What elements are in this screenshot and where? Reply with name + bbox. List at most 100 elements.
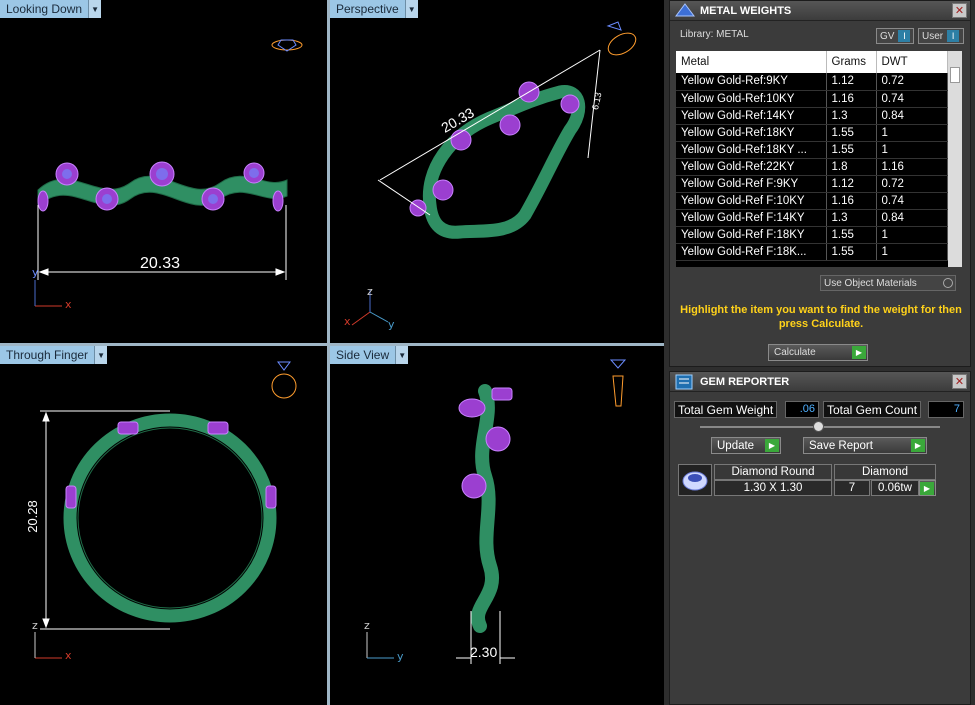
metal-name-cell: Yellow Gold-Ref:18KY ... (676, 141, 827, 159)
table-row[interactable]: Yellow Gold-Ref F:10KY 1.16 0.74 (676, 192, 948, 210)
metal-name-cell: Yellow Gold-Ref:9KY (676, 73, 827, 91)
metal-table[interactable]: Metal Grams DWT Yellow Gold-Ref:9KY 1.12 0… (676, 51, 948, 267)
table-row[interactable]: Yellow Gold-Ref F:18KY 1.55 1 (676, 226, 948, 244)
axis-label-x: x (344, 315, 351, 328)
panel-slider[interactable] (700, 421, 940, 432)
viewport-label-looking-down[interactable]: Looking Down ▼ (0, 0, 102, 18)
table-row[interactable]: Yellow Gold-Ref F:18K... 1.55 1 (676, 243, 948, 261)
column-header-metal[interactable]: Metal (676, 51, 827, 73)
metal-weights-header: METAL WEIGHTS ✕ (670, 1, 970, 21)
metal-name-cell: Yellow Gold-Ref:18KY (676, 124, 827, 142)
perspective-drawing (351, 21, 637, 326)
grams-cell: 1.12 (826, 175, 877, 193)
grams-cell: 1.3 (826, 107, 877, 125)
panel-title: METAL WEIGHTS (700, 4, 792, 17)
dwt-cell: 1.16 (876, 158, 948, 176)
user-toggle[interactable]: User I (918, 28, 964, 44)
gem-row[interactable]: Diamond Round 1.30 X 1.30 Diamond 7 0.06… (678, 464, 968, 498)
metal-name-cell: Yellow Gold-Ref F:10KY (676, 192, 827, 210)
ring-view-icon (606, 21, 637, 56)
chevron-down-icon[interactable]: ▼ (405, 0, 418, 18)
side-panels: METAL WEIGHTS ✕ Library: METAL GV I User I… (664, 0, 975, 705)
grams-cell: 1.3 (826, 209, 877, 227)
axis-label-y: y (32, 266, 39, 279)
metal-name-cell: Yellow Gold-Ref F:18KY (676, 226, 827, 244)
gem-reporter-header: GEM REPORTER ✕ (670, 372, 970, 392)
viewport-label-side-view[interactable]: Side View ▼ (330, 346, 409, 364)
dimension-label: 20.28 (24, 500, 40, 533)
dwt-cell: 0.74 (876, 90, 948, 108)
panel-title: GEM REPORTER (700, 375, 790, 388)
viewport-looking-down[interactable]: 20.33 y x Looking Down ▼ (0, 0, 327, 343)
gem-size-cell: 1.30 X 1.30 (714, 480, 832, 496)
dwt-cell: 0.84 (876, 107, 948, 125)
total-gem-count-value: 7 (928, 401, 964, 418)
table-row[interactable]: Yellow Gold-Ref F:9KY 1.12 0.72 (676, 175, 948, 193)
metal-name-cell: Yellow Gold-Ref:10KY (676, 90, 827, 108)
chevron-down-icon[interactable]: ▼ (89, 0, 102, 18)
slider-handle[interactable] (813, 421, 824, 432)
metal-name-cell: Yellow Gold-Ref:14KY (676, 107, 827, 125)
instruction-message: Highlight the item you want to find the … (680, 304, 962, 330)
axis-label-z: z (367, 285, 373, 298)
chevron-down-icon[interactable]: ▼ (396, 346, 409, 364)
metal-name-cell: Yellow Gold-Ref F:14KY (676, 209, 827, 227)
table-row[interactable]: Yellow Gold-Ref:18KY ... 1.55 1 (676, 141, 948, 159)
update-button[interactable]: Update ▶ (711, 437, 781, 454)
ring-view-icon (271, 361, 297, 399)
close-icon[interactable]: ✕ (952, 374, 967, 389)
table-row[interactable]: Yellow Gold-Ref:22KY 1.8 1.16 (676, 158, 948, 176)
dwt-cell: 0.72 (876, 175, 948, 193)
dwt-cell: 1 (876, 141, 948, 159)
axis-label-x: x (65, 298, 72, 311)
gem-detail-button[interactable]: ▶ (919, 480, 936, 496)
looking-down-drawing (34, 39, 303, 307)
play-arrow-icon: ▶ (852, 346, 866, 359)
ring-view-icon (609, 359, 627, 407)
grams-cell: 1.16 (826, 192, 877, 210)
grams-cell: 1.8 (826, 158, 877, 176)
viewport-label-through-finger[interactable]: Through Finger ▼ (0, 346, 108, 364)
axis-label-y: y (397, 650, 404, 663)
gem-shape-cell: Diamond Round (714, 464, 832, 480)
table-row[interactable]: Yellow Gold-Ref F:14KY 1.3 0.84 (676, 209, 948, 227)
grams-cell: 1.16 (826, 90, 877, 108)
axis-label-z: z (364, 619, 370, 632)
viewport-side-view[interactable]: 2.30 z y Side View ▼ (330, 346, 664, 705)
ring-view-icon (271, 39, 303, 52)
dwt-cell: 1 (876, 124, 948, 142)
grams-cell: 1.55 (826, 124, 877, 142)
metal-weights-panel: METAL WEIGHTS ✕ Library: METAL GV I User I… (669, 0, 971, 367)
gem-reporter-panel: GEM REPORTER ✕ Total Gem Weight .06 Tota… (669, 371, 971, 705)
viewport-label-perspective[interactable]: Perspective ▼ (330, 0, 418, 18)
column-header-dwt[interactable]: DWT (876, 51, 948, 73)
save-report-button[interactable]: Save Report ▶ (803, 437, 927, 454)
dimension-label: 2.30 (470, 644, 498, 660)
viewport-through-finger[interactable]: 20.28 z x Through Finger ▼ (0, 346, 327, 705)
table-row[interactable]: Yellow Gold-Ref:18KY 1.55 1 (676, 124, 948, 142)
play-arrow-icon: ▶ (911, 439, 925, 452)
column-header-grams[interactable]: Grams (826, 51, 877, 73)
library-label: Library: METAL (680, 29, 749, 40)
through-finger-drawing (34, 361, 297, 659)
grams-cell: 1.55 (826, 243, 877, 261)
viewport-area: 20.33 y x Looking Down ▼ 20.33 6.13 z x … (0, 0, 664, 705)
total-gem-weight-label: Total Gem Weight (674, 401, 778, 418)
table-row[interactable]: Yellow Gold-Ref:14KY 1.3 0.84 (676, 107, 948, 125)
close-icon[interactable]: ✕ (952, 3, 967, 18)
scrollbar-thumb[interactable] (950, 67, 960, 83)
table-row[interactable]: Yellow Gold-Ref:10KY 1.16 0.74 (676, 90, 948, 108)
viewport-perspective[interactable]: 20.33 6.13 z x y Perspective ▼ (330, 0, 664, 343)
metal-name-cell: Yellow Gold-Ref F:9KY (676, 175, 827, 193)
table-row[interactable]: Yellow Gold-Ref:9KY 1.12 0.72 (676, 73, 948, 91)
calculate-button[interactable]: Calculate ▶ (768, 344, 868, 361)
dimension-label: 20.33 (140, 255, 181, 272)
axis-label-y: y (388, 318, 395, 331)
gv-toggle[interactable]: GV I (876, 28, 914, 44)
grams-cell: 1.55 (826, 141, 877, 159)
chevron-down-icon[interactable]: ▼ (95, 346, 108, 364)
table-scrollbar[interactable] (948, 51, 962, 267)
dwt-cell: 0.72 (876, 73, 948, 91)
use-object-materials-toggle[interactable]: Use Object Materials (820, 275, 956, 291)
dwt-cell: 0.84 (876, 209, 948, 227)
